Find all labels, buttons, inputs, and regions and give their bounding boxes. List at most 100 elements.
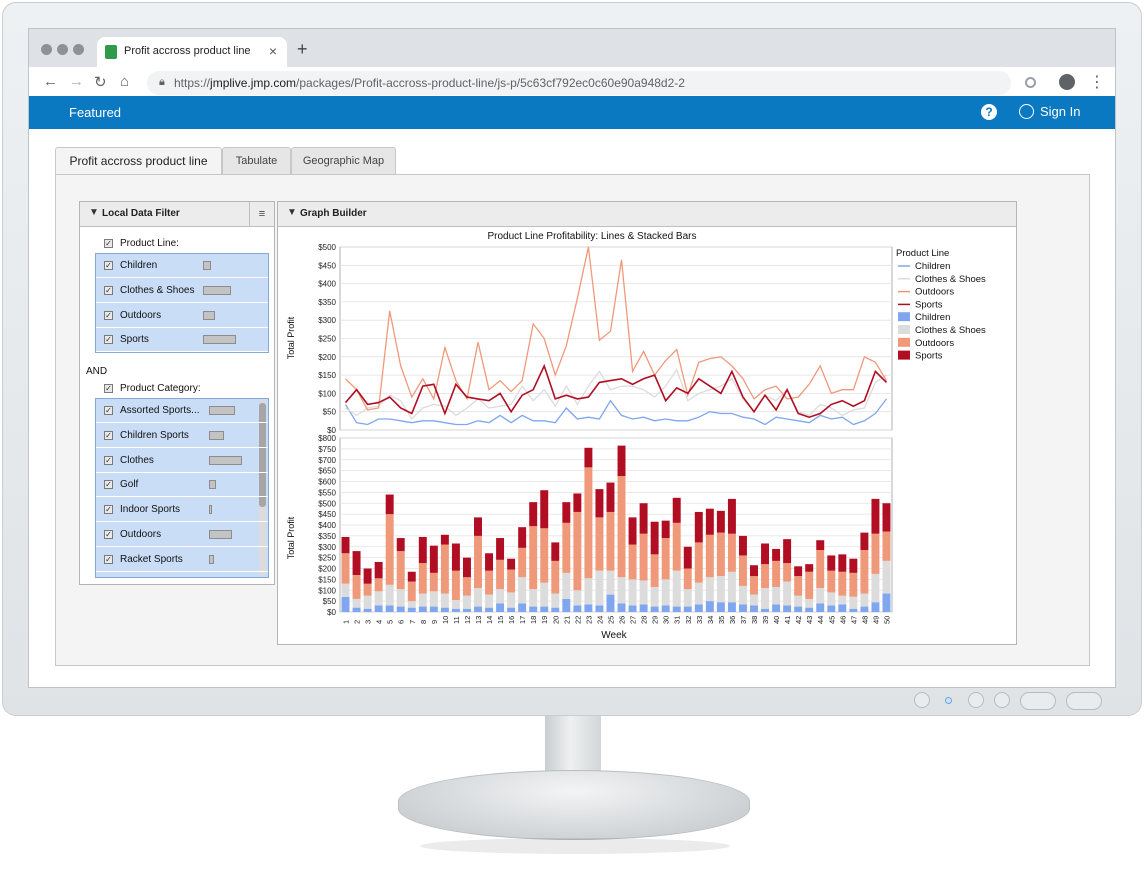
- bar-sports: [794, 566, 803, 577]
- product-category-item-checkbox[interactable]: ✓: [104, 430, 113, 440]
- legend-line-label: Sports: [915, 299, 943, 310]
- bar-outdoors: [750, 576, 758, 595]
- product-line-checkbox[interactable]: ✓: [104, 239, 113, 248]
- collapse-chevron-icon[interactable]: ▼: [287, 207, 297, 218]
- week-tick-label: 13: [474, 616, 483, 624]
- line-chart-y-tick-label: $50: [323, 408, 337, 417]
- bar-chart-y-tick-label: $500: [318, 499, 336, 508]
- product-category-label: Product Category:: [120, 383, 201, 394]
- bar-clothes-shoes: [540, 582, 549, 607]
- bar-clothes-shoes: [672, 570, 681, 607]
- window-zoom-icon[interactable]: [73, 44, 84, 55]
- product-line-item-children[interactable]: ✓ Children: [96, 254, 268, 278]
- product-category-list[interactable]: ✓ Assorted Sports... ✓ Children Sports ✓ Clot…: [95, 398, 269, 578]
- home-icon[interactable]: ⌂: [120, 73, 129, 90]
- product-category-item-clothes[interactable]: ✓ Clothes: [96, 449, 268, 473]
- week-tick-label: 38: [750, 616, 759, 624]
- week-tick-label: 5: [386, 620, 395, 624]
- product-line-item-clothes-shoes[interactable]: ✓ Clothes & Shoes: [96, 279, 268, 303]
- product-line-item-checkbox[interactable]: ✓: [104, 261, 113, 270]
- browser-menu-icon[interactable]: ⋮: [1089, 72, 1105, 92]
- tab-profit-accross-product-line[interactable]: Profit accross product line: [55, 147, 222, 175]
- new-tab-button[interactable]: +: [297, 39, 308, 60]
- week-tick-label: 25: [607, 616, 616, 624]
- bar-children: [882, 593, 891, 612]
- bar-sports: [485, 553, 494, 571]
- bar-chart-y-tick-label: $450: [318, 510, 336, 519]
- bar-clothes-shoes: [838, 595, 847, 605]
- product-category-item-assorted-sports[interactable]: ✓ Assorted Sports...: [96, 399, 268, 423]
- bar-clothes-shoes: [562, 572, 571, 599]
- product-category-item-checkbox[interactable]: ✓: [104, 455, 113, 465]
- user-icon[interactable]: [1019, 104, 1034, 119]
- product-line-share-bar: [203, 310, 215, 320]
- product-line-item-checkbox[interactable]: ✓: [104, 335, 113, 345]
- lock-icon: 🔒︎: [159, 76, 165, 88]
- bar-clothes-shoes: [738, 585, 747, 605]
- bar-outdoors: [816, 550, 825, 589]
- product-category-item-checkbox[interactable]: ✓: [104, 480, 113, 490]
- product-line-item-checkbox[interactable]: ✓: [104, 285, 113, 295]
- back-arrow-icon[interactable]: ←: [43, 73, 58, 90]
- bar-outdoors: [407, 581, 416, 602]
- bar-outdoors: [761, 564, 770, 589]
- bar-sports: [573, 493, 582, 512]
- extension-icon[interactable]: [1025, 77, 1036, 88]
- product-category-item-indoor-sports[interactable]: ✓ Indoor Sports: [96, 498, 268, 523]
- profit-chart: Product Line Profitability: Lines & Stac…: [286, 231, 986, 641]
- featured-link[interactable]: Featured: [69, 105, 121, 120]
- product-category-checkbox[interactable]: ✓: [104, 384, 113, 393]
- bar-sports: [451, 543, 460, 571]
- bar-outdoors: [617, 476, 626, 578]
- bar-clothes-shoes: [683, 589, 692, 607]
- product-line-item-sports[interactable]: ✓ Sports: [96, 328, 268, 353]
- product-category-item-checkbox[interactable]: ✓: [104, 505, 113, 515]
- product-category-item-racket-sports[interactable]: ✓ Racket Sports: [96, 548, 268, 572]
- local-data-filter-header[interactable]: ▼ Local Data Filter ≡: [80, 202, 274, 227]
- filter-menu-icon[interactable]: ≡: [249, 202, 274, 227]
- url-input[interactable]: 🔒︎ https://jmplive.jmp.com/packages/Prof…: [147, 71, 1011, 95]
- bar-outdoors: [385, 514, 394, 585]
- help-icon[interactable]: ?: [981, 104, 997, 120]
- bar-children: [672, 606, 681, 612]
- product-line-item-outdoors[interactable]: ✓ Outdoors: [96, 304, 268, 328]
- collapse-chevron-icon[interactable]: ▼: [89, 207, 99, 218]
- week-tick-label: 45: [827, 616, 836, 624]
- tab-close-icon[interactable]: ×: [269, 43, 277, 59]
- reload-icon[interactable]: ↻: [94, 73, 107, 91]
- tab-geographic-map[interactable]: Geographic Map: [291, 147, 396, 174]
- product-category-item-checkbox[interactable]: ✓: [104, 406, 113, 415]
- product-category-item-children-sports[interactable]: ✓ Children Sports: [96, 424, 268, 448]
- bar-children: [551, 607, 560, 612]
- bar-clothes-shoes: [617, 577, 626, 604]
- sign-in-link[interactable]: Sign In: [1040, 104, 1080, 119]
- bar-outdoors: [573, 511, 582, 591]
- bar-sports: [694, 511, 703, 543]
- browser-tab[interactable]: Profit accross product line | JMP ×: [97, 37, 287, 67]
- product-line-item-checkbox[interactable]: ✓: [104, 310, 113, 320]
- browser-tab-strip: Profit accross product line | JMP × +: [29, 29, 1115, 67]
- bar-children: [617, 603, 626, 612]
- product-category-item-checkbox[interactable]: ✓: [104, 530, 113, 539]
- forward-arrow-icon[interactable]: →: [69, 73, 84, 90]
- window-minimize-icon[interactable]: [57, 44, 68, 55]
- graph-builder-header[interactable]: ▼ Graph Builder: [278, 202, 1016, 227]
- bar-outdoors: [595, 517, 604, 571]
- bar-chart-y-tick-label: $0: [327, 608, 336, 617]
- product-line-list[interactable]: ✓ Children ✓ Clothes & Shoes ✓ Outdoors ✓ Sport…: [95, 253, 269, 353]
- week-tick-label: 14: [485, 616, 494, 624]
- address-bar: ← → ↻ ⌂ 🔒︎ https://jmplive.jmp.com/packa…: [29, 67, 1115, 99]
- bar-sports: [705, 508, 714, 535]
- product-category-item-golf[interactable]: ✓ Golf: [96, 473, 268, 498]
- product-category-item-outdoors[interactable]: ✓ Outdoors: [96, 523, 268, 547]
- bar-chart-y-tick-label: $700: [318, 456, 336, 465]
- window-close-icon[interactable]: [41, 44, 52, 55]
- product-category-item-label: Clothes: [120, 454, 154, 466]
- product-category-item-checkbox[interactable]: ✓: [104, 554, 113, 564]
- profile-avatar-icon[interactable]: [1059, 74, 1075, 90]
- week-tick-label: 24: [595, 616, 604, 624]
- legend-bar-swatch: [898, 350, 910, 360]
- week-tick-label: 21: [562, 616, 571, 624]
- tab-tabulate[interactable]: Tabulate: [222, 147, 291, 174]
- week-tick-label: 18: [529, 616, 538, 624]
